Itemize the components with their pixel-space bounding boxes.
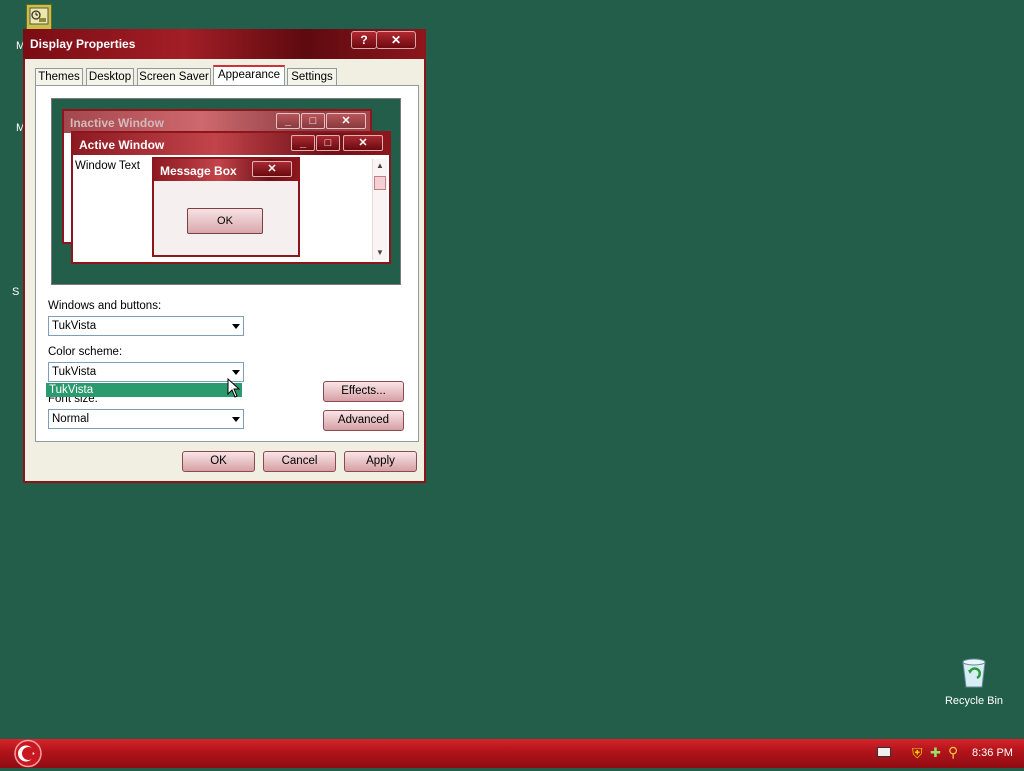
control-panel-icon (29, 7, 49, 25)
message-box-title: Message Box (160, 164, 237, 178)
windows-buttons-label: Windows and buttons: (48, 300, 162, 312)
appearance-preview: Inactive Window _ □ ✕ Active Window _ □ … (51, 98, 401, 285)
color-scheme-value: TukVista (52, 366, 97, 378)
clock[interactable]: 8:36 PM (972, 747, 1013, 759)
color-scheme-option[interactable]: TukVista (46, 383, 242, 397)
keyboard-icon[interactable] (877, 747, 891, 757)
security-shield-icon[interactable]: ⛨ (912, 745, 923, 762)
desktop-app-icon[interactable] (26, 4, 52, 30)
tab-settings[interactable]: Settings (287, 68, 337, 85)
maximize-icon: □ (301, 113, 325, 129)
preview-message-box: Message Box ✕ OK (152, 157, 300, 257)
chevron-down-icon (232, 324, 240, 329)
recycle-bin-icon[interactable] (957, 656, 991, 690)
tab-appearance[interactable]: Appearance (213, 65, 285, 86)
preview-active-title: Active Window (79, 138, 165, 152)
chevron-down-icon (232, 370, 240, 375)
close-button[interactable]: ✕ (376, 31, 416, 49)
network-icon[interactable]: ✚ (930, 745, 941, 761)
search-icon[interactable]: ⚲ (948, 744, 958, 761)
minimize-icon: _ (276, 113, 300, 129)
color-scheme-select[interactable]: TukVista (48, 362, 244, 382)
cancel-button[interactable]: Cancel (263, 451, 336, 472)
chevron-down-icon (232, 417, 240, 422)
preview-scrollbar: ▲ ▼ (372, 159, 387, 260)
display-properties-dialog: Display Properties ? ✕ Themes Desktop Sc… (23, 29, 426, 483)
ok-button[interactable]: OK (182, 451, 255, 472)
preview-inactive-title: Inactive Window (70, 116, 164, 130)
start-button[interactable] (10, 739, 46, 768)
desktop-label-partial: S (12, 286, 20, 298)
maximize-icon: □ (316, 135, 340, 151)
windows-buttons-value: TukVista (52, 320, 97, 332)
scroll-down-icon: ▼ (376, 248, 384, 257)
font-size-value: Normal (52, 413, 90, 425)
start-logo-icon (14, 739, 42, 768)
message-box-ok-button: OK (187, 208, 263, 234)
close-icon: ✕ (252, 161, 292, 177)
advanced-button[interactable]: Advanced (323, 410, 404, 431)
minimize-icon: _ (291, 135, 315, 151)
mouse-cursor-icon (227, 378, 241, 398)
recycle-bin-label: Recycle Bin (944, 695, 1004, 707)
windows-buttons-select[interactable]: TukVista (48, 316, 244, 336)
title-bar[interactable]: Display Properties ? ✕ (23, 29, 426, 59)
tab-screen-saver[interactable]: Screen Saver (137, 68, 211, 85)
color-scheme-label: Color scheme: (48, 346, 123, 358)
scroll-thumb (374, 176, 386, 190)
window-title: Display Properties (30, 37, 136, 51)
tab-themes[interactable]: Themes (35, 68, 83, 85)
preview-window-text: Window Text (75, 160, 140, 172)
close-icon: ✕ (326, 113, 366, 129)
help-button[interactable]: ? (351, 31, 377, 49)
close-icon: ✕ (343, 135, 383, 151)
scroll-up-icon: ▲ (376, 161, 384, 170)
apply-button[interactable]: Apply (344, 451, 417, 472)
tab-desktop[interactable]: Desktop (86, 68, 134, 85)
effects-button[interactable]: Effects... (323, 381, 404, 402)
font-size-select[interactable]: Normal (48, 409, 244, 429)
taskbar: ⛨ ✚ ⚲ 8:36 PM (0, 739, 1024, 768)
